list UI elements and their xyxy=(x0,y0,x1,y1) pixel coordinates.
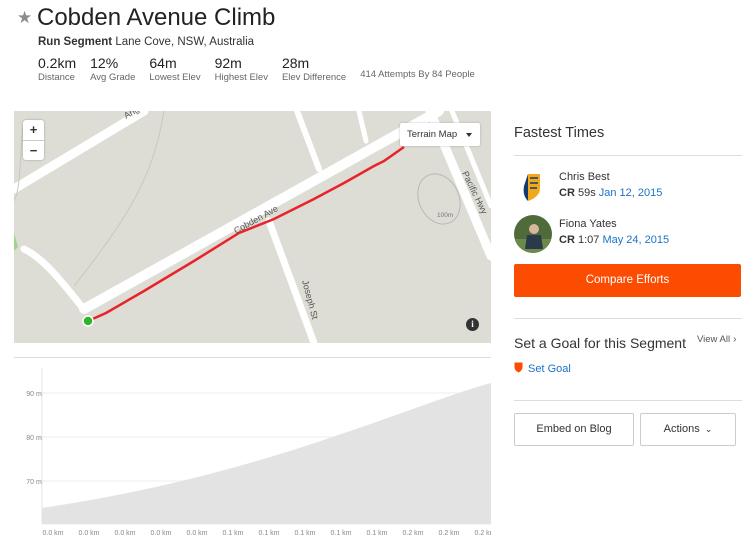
rank-badge: CR xyxy=(559,187,575,199)
x-tick-label: 0.0 km xyxy=(78,530,99,537)
segment-title: Cobden Avenue Climb xyxy=(37,4,276,31)
divider xyxy=(514,318,742,319)
x-tick-label: 0.2 km xyxy=(402,530,423,537)
x-tick-label: 0.0 km xyxy=(150,530,171,537)
leaderboard-row[interactable]: Fiona Yates CR 1:07 May 24, 2015 xyxy=(514,215,742,255)
set-goal-link[interactable]: Set Goal xyxy=(514,362,571,375)
stat-elev-difference: 28m Elev Difference xyxy=(282,55,346,84)
y-tick-label: 70 m xyxy=(26,479,42,486)
x-tick-label: 0.1 km xyxy=(330,530,351,537)
attempts-count: 414 Attempts By 84 People xyxy=(360,69,475,80)
map-type-dropdown[interactable]: Terrain Map xyxy=(400,123,480,146)
segment-location: Lane Cove, NSW, Australia xyxy=(115,36,255,48)
view-all-label: View All xyxy=(697,334,731,345)
stat-label: Lowest Elev xyxy=(149,72,201,83)
x-tick-label: 0.1 km xyxy=(294,530,315,537)
actions-label: Actions xyxy=(663,423,700,435)
effort-time: 1:07 xyxy=(577,234,600,246)
chevron-down-icon: ⌄ xyxy=(704,424,713,434)
y-tick-label: 80 m xyxy=(26,435,42,442)
info-icon[interactable]: i xyxy=(466,318,479,331)
segment-subtitle: Run Segment Lane Cove, NSW, Australia xyxy=(38,36,254,48)
athlete-name[interactable]: Chris Best xyxy=(559,171,610,183)
athlete-name[interactable]: Fiona Yates xyxy=(559,218,617,230)
y-tick-label: 90 m xyxy=(26,391,42,398)
effort-line: CR 59s Jan 12, 2015 xyxy=(559,187,662,199)
x-tick-label: 0.0 km xyxy=(42,530,63,537)
effort-line: CR 1:07 May 24, 2015 xyxy=(559,234,669,246)
x-tick-label: 0.1 km xyxy=(222,530,243,537)
x-tick-label: 0.1 km xyxy=(258,530,279,537)
x-tick-labels: 0.0 km 0.0 km 0.0 km 0.0 km 0.0 km 0.1 km 0.1 … xyxy=(42,530,491,537)
effort-time: 59s xyxy=(577,187,596,199)
effort-date-link[interactable]: Jan 12, 2015 xyxy=(599,187,663,199)
segment-stats: 0.2km Distance 12% Avg Grade 64m Lowest … xyxy=(38,55,475,84)
divider xyxy=(514,400,742,401)
stat-value: 28m xyxy=(281,55,310,71)
stat-value: 0.2km xyxy=(38,55,77,71)
x-tick-label: 0.2 km xyxy=(474,530,491,537)
elevation-profile[interactable]: 90 m 80 m 70 m 0.0 km 0.0 km 0.0 km 0.0 km 0… xyxy=(14,357,491,546)
elevation-canvas: 90 m 80 m 70 m 0.0 km 0.0 km 0.0 km 0.0 km 0… xyxy=(26,368,491,537)
zoom-in-button[interactable]: + xyxy=(23,120,44,140)
leaderboard-row[interactable]: Chris Best CR 59s Jan 12, 2015 xyxy=(514,168,742,208)
stat-lowest-elev: 64m Lowest Elev xyxy=(149,55,200,84)
start-marker xyxy=(82,315,94,327)
x-tick-label: 0.2 km xyxy=(438,530,459,537)
stat-label: Highest Elev xyxy=(214,72,268,83)
stat-highest-elev: 92m Highest Elev xyxy=(215,55,268,84)
stat-value: 12% xyxy=(90,55,119,71)
stat-distance: 0.2km Distance xyxy=(38,55,76,84)
stat-value: 64m xyxy=(149,55,177,71)
zoom-control: + − xyxy=(23,120,44,160)
effort-date-link[interactable]: May 24, 2015 xyxy=(602,234,669,246)
compare-efforts-button[interactable]: Compare Efforts xyxy=(514,264,741,297)
segment-map[interactable]: Angu Cobden Ave Joseph St Pacific Hwy 10… xyxy=(14,111,491,343)
contour-label: 100m xyxy=(437,212,453,219)
stat-label: Distance xyxy=(38,72,75,83)
caret-down-icon xyxy=(466,133,472,137)
map-type-label: Terrain Map xyxy=(407,129,458,140)
view-all-link[interactable]: View All › xyxy=(697,334,736,345)
x-tick-label: 0.1 km xyxy=(366,530,387,537)
elevation-area xyxy=(42,383,491,524)
x-tick-label: 0.0 km xyxy=(114,530,135,537)
chevron-right-icon: › xyxy=(733,334,737,345)
divider xyxy=(514,155,742,156)
segment-type: Run Segment xyxy=(38,36,113,48)
goal-heading: Set a Goal for this Segment xyxy=(514,335,686,351)
set-goal-label: Set Goal xyxy=(528,363,571,375)
actions-dropdown[interactable]: Actions ⌄ xyxy=(640,413,736,446)
avatar[interactable] xyxy=(514,168,552,206)
stat-avg-grade: 12% Avg Grade xyxy=(90,55,135,84)
shield-icon xyxy=(514,362,523,373)
star-icon[interactable]: ★ xyxy=(17,8,32,28)
zoom-out-button[interactable]: − xyxy=(23,140,44,160)
stat-label: Avg Grade xyxy=(90,72,136,83)
stat-value: 92m xyxy=(214,55,242,71)
x-tick-label: 0.0 km xyxy=(186,530,207,537)
stat-label: Elev Difference xyxy=(281,72,347,83)
embed-on-blog-button[interactable]: Embed on Blog xyxy=(514,413,634,446)
route-line xyxy=(87,145,405,323)
rank-badge: CR xyxy=(559,234,575,246)
avatar[interactable] xyxy=(514,215,552,253)
fastest-times-heading: Fastest Times xyxy=(514,125,605,141)
